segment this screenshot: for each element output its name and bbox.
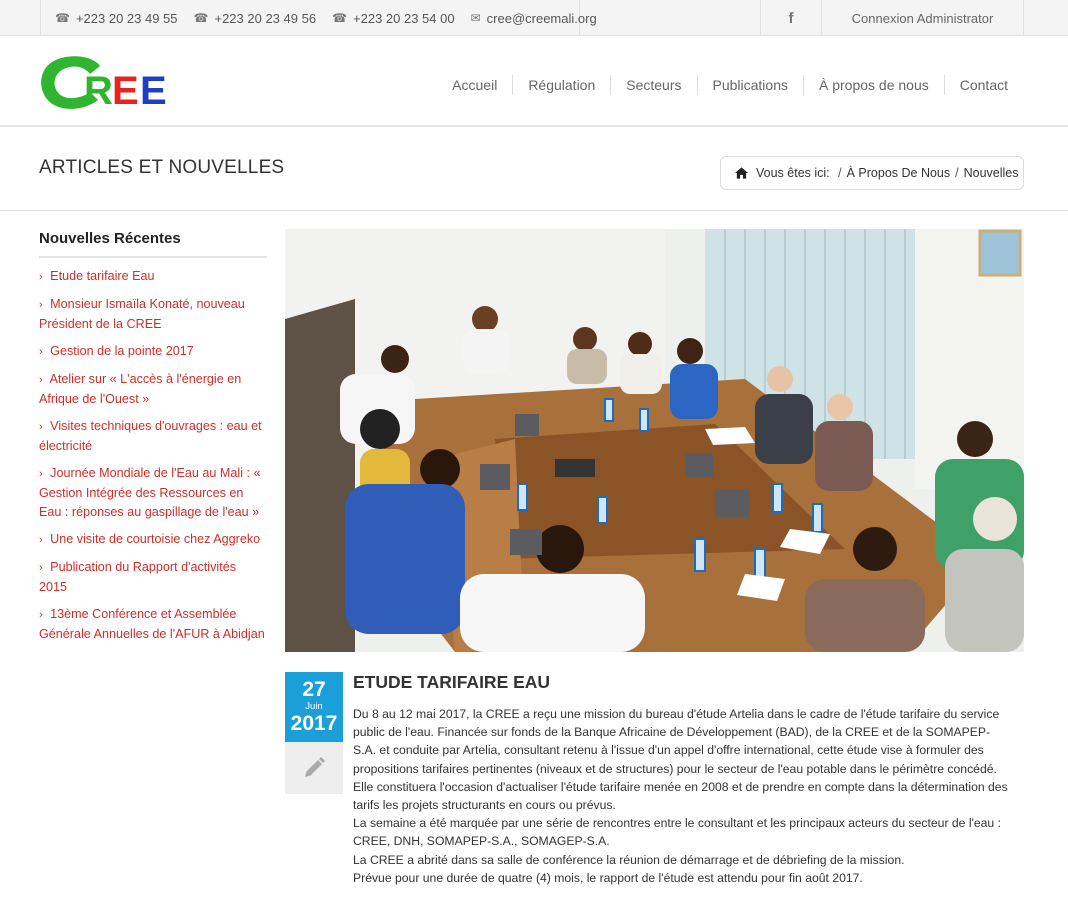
post-paragraph: La CREE a abrité dans sa salle de confér… xyxy=(353,852,905,867)
post-format-box xyxy=(285,742,343,794)
breadcrumb: Vous êtes ici: / À Propos De Nous / Nouv… xyxy=(720,156,1024,190)
post-paragraph: La semaine a été marquée par une série d… xyxy=(353,816,1001,849)
recent-news-item[interactable]: › Visites techniques d'ouvrages : eau et… xyxy=(39,417,267,456)
chevron-right-icon: › xyxy=(39,468,43,480)
post-month: Juin xyxy=(305,701,323,712)
recent-news-list: › Etude tarifaire Eau › Monsieur Ismaïla… xyxy=(39,267,267,644)
page-title-band: ARTICLES ET NOUVELLES Vous êtes ici: / À… xyxy=(0,129,1068,211)
phone-2: ☎ +223 20 23 49 56 xyxy=(193,10,317,26)
post-paragraph: Du 8 au 12 mai 2017, la CREE a reçu une … xyxy=(353,707,1008,813)
breadcrumb-separator: / xyxy=(834,166,842,180)
facebook-icon[interactable]: f xyxy=(760,0,821,36)
recent-news-item[interactable]: › Une visite de courtoisie chez Aggreko xyxy=(39,530,267,550)
pencil-icon xyxy=(305,757,325,777)
cree-logo[interactable]: R E E xyxy=(38,54,170,110)
phone-icon: ☎ xyxy=(55,11,70,25)
post-body: Du 8 au 12 mai 2017, la CREE a reçu une … xyxy=(353,705,1013,887)
breadcrumb-separator: / xyxy=(955,166,959,180)
recent-news-item[interactable]: › 13ème Conférence et Assemblée Générale… xyxy=(39,605,267,644)
nav-secteurs[interactable]: Secteurs xyxy=(610,75,696,95)
breadcrumb-prefix: Vous êtes ici: xyxy=(756,166,830,180)
site-header: R E E Accueil Régulation Secteurs Public… xyxy=(0,37,1068,127)
contact-info: ☎ +223 20 23 49 55 ☎ +223 20 23 49 56 ☎ +22… xyxy=(40,0,597,36)
breadcrumb-current: Nouvelles xyxy=(963,166,1019,180)
chevron-right-icon: › xyxy=(39,421,43,433)
chevron-right-icon: › xyxy=(39,299,43,311)
recent-news-item[interactable]: › Atelier sur « L'accès à l'énergie en A… xyxy=(39,370,267,409)
home-icon[interactable] xyxy=(735,167,748,179)
nav-a-propos[interactable]: À propos de nous xyxy=(803,75,944,95)
email-link[interactable]: ✉ cree@creemali.org xyxy=(471,11,597,26)
recent-news-item[interactable]: › Journée Mondiale de l'Eau au Mali : « … xyxy=(39,464,267,522)
chevron-right-icon: › xyxy=(39,346,43,358)
svg-text:R: R xyxy=(84,69,113,110)
nav-contact[interactable]: Contact xyxy=(943,75,1024,95)
nav-regulation[interactable]: Régulation xyxy=(512,75,610,95)
recent-news-item[interactable]: › Monsieur Ismaïla Konaté, nouveau Prési… xyxy=(39,295,267,334)
chevron-right-icon: › xyxy=(39,562,43,574)
phone-icon: ☎ xyxy=(193,11,209,25)
phone-1: ☎ +223 20 23 49 55 xyxy=(55,10,178,26)
recent-news-sidebar: Nouvelles Récentes › Etude tarifaire Eau… xyxy=(39,230,267,652)
svg-text:E: E xyxy=(140,69,167,110)
phone-3: ☎ +223 20 23 54 00 xyxy=(332,10,455,26)
nav-accueil[interactable]: Accueil xyxy=(437,75,512,95)
svg-text:E: E xyxy=(112,69,139,110)
article-photo xyxy=(285,229,1024,652)
post-paragraph: Prévue pour une durée de quatre (4) mois… xyxy=(353,870,863,885)
breadcrumb-a-propos[interactable]: À Propos De Nous xyxy=(847,166,951,180)
recent-news-item[interactable]: › Gestion de la pointe 2017 xyxy=(39,342,267,362)
chevron-right-icon: › xyxy=(39,609,43,621)
post-year: 2017 xyxy=(290,712,338,735)
admin-login-link[interactable]: Connexion Administrator xyxy=(821,0,1024,36)
recent-news-item[interactable]: › Etude tarifaire Eau xyxy=(39,267,267,287)
nav-publications[interactable]: Publications xyxy=(696,75,804,95)
sidebar-title: Nouvelles Récentes xyxy=(39,230,267,258)
top-bar: ☎ +223 20 23 49 55 ☎ +223 20 23 49 56 ☎ +22… xyxy=(0,0,1068,36)
main-nav: Accueil Régulation Secteurs Publications… xyxy=(437,75,1024,95)
phone-icon: ☎ xyxy=(332,11,348,25)
recent-news-item[interactable]: › Publication du Rapport d'activités 201… xyxy=(39,558,267,597)
meeting-photo-illustration xyxy=(285,229,1024,652)
chevron-right-icon: › xyxy=(39,534,43,546)
chevron-right-icon: › xyxy=(39,374,43,386)
envelope-icon: ✉ xyxy=(470,11,481,25)
post-day: 27 xyxy=(302,678,326,701)
chevron-right-icon: › xyxy=(39,271,43,283)
post-date-badge: 27 Juin 2017 xyxy=(285,672,343,742)
page-title: ARTICLES ET NOUVELLES xyxy=(39,157,285,178)
post-title[interactable]: ETUDE TARIFAIRE EAU xyxy=(353,672,550,693)
